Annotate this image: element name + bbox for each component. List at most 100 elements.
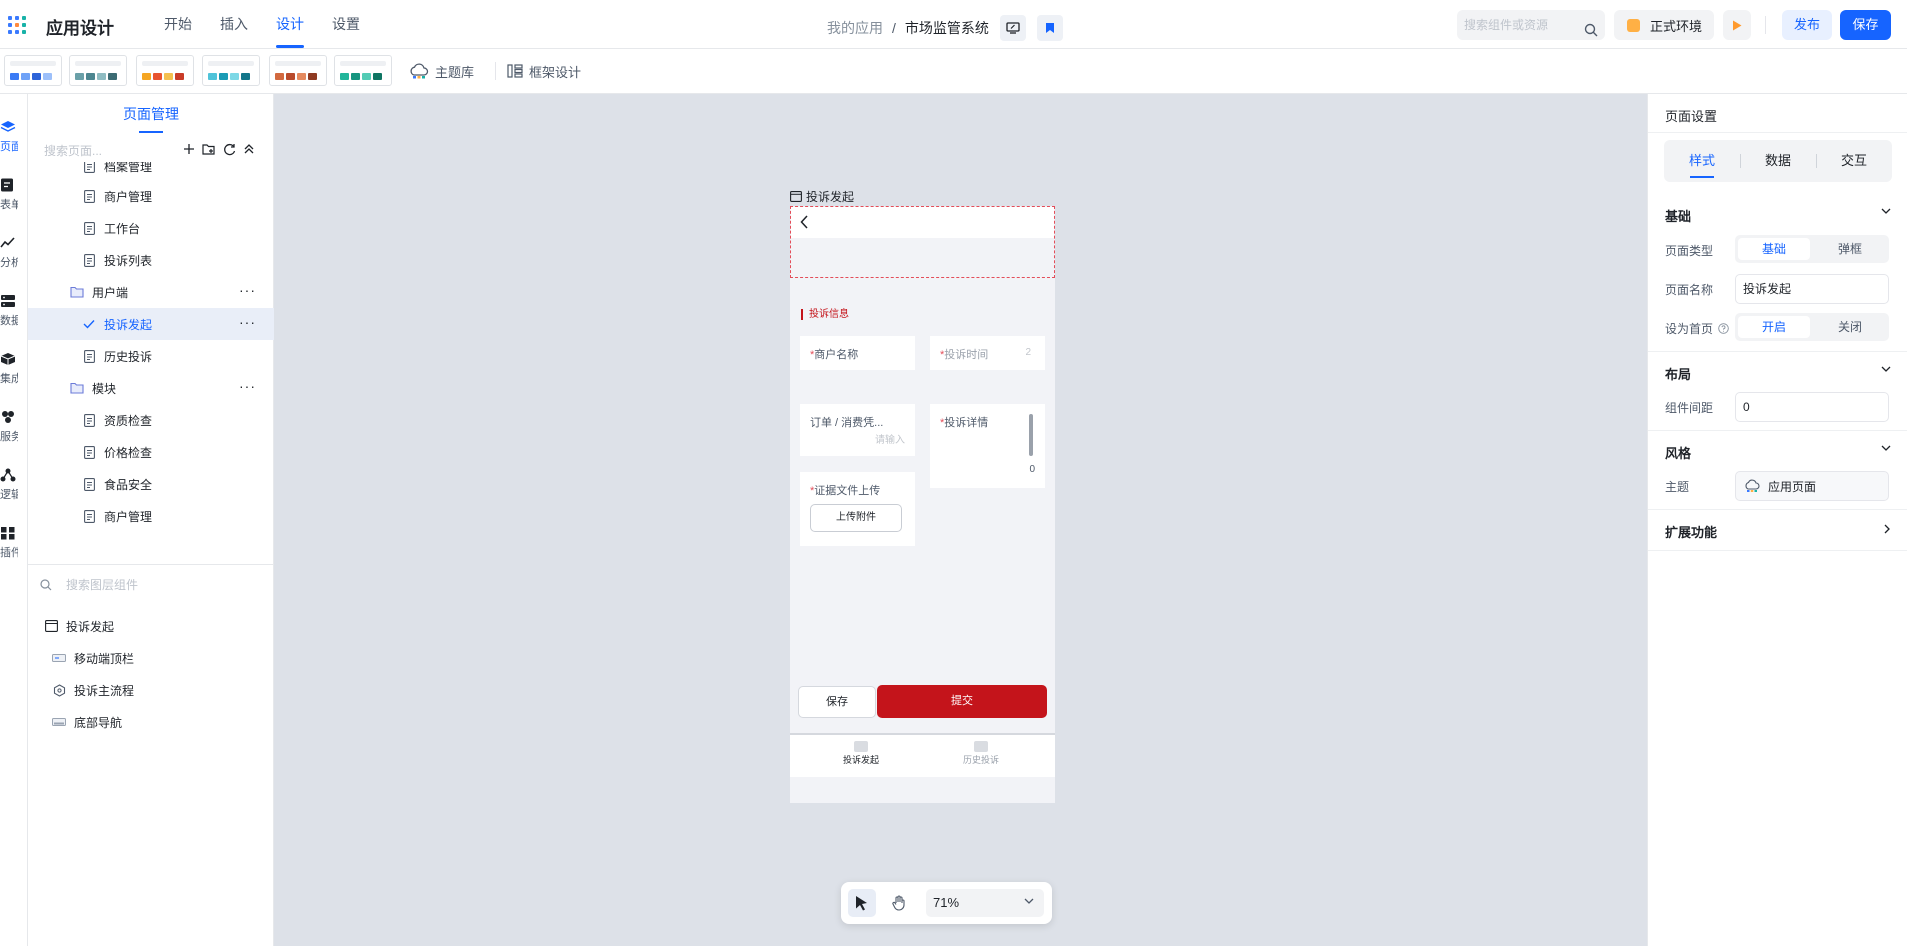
add-page-button[interactable] [182,142,196,156]
tree-item-folder[interactable]: 模块 ··· [28,372,274,404]
page-name-input[interactable] [1743,281,1873,296]
tree-item-page[interactable]: 投诉列表 [28,244,274,276]
mobile-submit-button[interactable]: 提交 [877,685,1047,718]
bottom-nav-item-complaint[interactable]: 投诉发起 [811,741,911,766]
tab-interaction[interactable]: 交互 [1816,140,1892,182]
refresh-button[interactable] [222,142,236,156]
tree-item-page[interactable]: 价格检查 [28,436,274,468]
rail-item-pages[interactable]: 页面 [0,116,28,160]
rail-item-plugins[interactable]: 插件 [0,522,28,566]
layer-search-input[interactable] [66,578,246,592]
app-info-button[interactable] [999,15,1026,41]
layout-group-title: 布局 [1665,367,1692,382]
tab-design[interactable]: 设计 [262,0,318,49]
tree-item-page[interactable]: 工作台 [28,212,274,244]
theme-swatch-6[interactable] [334,55,392,86]
tree-item-page[interactable]: 食品安全 [28,468,274,500]
tree-item-page[interactable]: 历史投诉 [28,340,274,372]
order-voucher-placeholder: 请输入 [875,435,905,446]
theme-swatch-5[interactable] [269,55,327,86]
layer-item-label: 投诉主流程 [74,683,135,698]
zoom-selector[interactable]: 71% [926,889,1044,917]
page-actions [182,142,256,156]
environment-selector[interactable]: 正式环境 [1614,10,1714,40]
page-type-option-dialog[interactable]: 弹框 [1814,238,1886,260]
bottom-nav-item-history[interactable]: 历史投诉 [931,741,1031,766]
more-options-icon[interactable]: ··· [239,315,256,329]
theme-selector[interactable]: 应用页面 [1735,471,1889,501]
set-home-option-off[interactable]: 关闭 [1814,316,1886,338]
tab-style[interactable]: 样式 [1664,140,1740,182]
complaint-time-field[interactable]: *投诉时间 2 [930,336,1045,370]
page-doc-icon [82,477,96,491]
layer-item[interactable]: 移动端顶栏 [28,642,274,674]
tree-item-page-selected[interactable]: 投诉发起 ··· [28,308,274,340]
tree-item-folder[interactable]: 用户端 ··· [28,276,274,308]
rail-item-analysis[interactable]: 分析 [0,232,28,276]
help-circle-icon[interactable] [1718,323,1729,334]
theme-swatch-3[interactable] [136,55,194,86]
more-options-icon[interactable]: ··· [239,379,256,393]
theme-library-button[interactable]: 主题库 [409,59,474,83]
collapse-all-button[interactable] [242,142,256,156]
theme-swatch-4[interactable] [202,55,260,86]
page-search-input[interactable] [44,144,184,158]
order-voucher-field[interactable]: 订单 / 消费凭... 请输入 [800,404,915,456]
page-type-option-basic[interactable]: 基础 [1738,238,1810,260]
rail-item-logic[interactable]: 逻辑 [0,464,28,508]
mobile-save-button[interactable]: 保存 [798,686,876,718]
add-folder-button[interactable] [202,142,216,156]
mobile-top-bar[interactable] [790,206,1055,278]
tree-item-page[interactable]: 商户管理 [28,180,274,212]
section-title: 投诉信息 [801,309,849,320]
layer-item[interactable]: 投诉主流程 [28,674,274,706]
basic-group-header[interactable]: 基础 [1665,206,1891,225]
back-chevron-icon[interactable] [800,215,809,229]
theme-swatch-1[interactable] [4,55,62,86]
preview-run-button[interactable] [1723,10,1751,40]
layout-group-header[interactable]: 布局 [1665,364,1891,383]
tree-item-label: 用户端 [92,285,129,300]
extensions-group-title: 扩展功能 [1665,525,1718,540]
mobile-page-frame[interactable]: 投诉信息 *商户名称 *投诉时间 2 订单 / 消费凭... 请输入 *投诉详情… [790,206,1055,803]
theme-toolbar: 主题库 框架设计 [0,49,1907,94]
tab-data[interactable]: 数据 [1740,140,1816,182]
frame-design-button[interactable]: 框架设计 [507,59,581,83]
tab-page-management[interactable]: 页面管理 [28,94,274,134]
textarea-scrollbar[interactable] [1029,414,1033,456]
rail-item-forms[interactable]: 表单 [0,174,28,218]
merchant-name-field[interactable]: *商户名称 [800,336,915,370]
layer-item[interactable]: 投诉发起 [28,610,274,642]
more-options-icon[interactable]: ··· [239,283,256,297]
select-tool-button[interactable] [848,889,876,917]
theme-swatch-2[interactable] [69,55,127,86]
complaint-detail-counter: 0 [1029,464,1035,475]
tree-item-page[interactable]: 档案管理 [28,162,274,182]
evidence-upload-field[interactable]: *证据文件上传 上传附件 [800,472,915,546]
layer-search [40,574,260,596]
save-button[interactable]: 保存 [1840,10,1891,40]
complaint-detail-field[interactable]: *投诉详情 0 [930,404,1045,488]
upload-attachment-button[interactable]: 上传附件 [810,504,902,532]
app-grid-icon[interactable] [8,16,26,34]
rail-item-services[interactable]: 服务 [0,406,28,450]
extensions-group-header[interactable]: 扩展功能 [1665,522,1891,541]
set-home-option-on[interactable]: 开启 [1738,316,1810,338]
breadcrumb-root[interactable]: 我的应用 [827,18,883,38]
component-gap-input[interactable] [1743,400,1873,414]
tab-settings[interactable]: 设置 [318,0,374,49]
bookmark-button[interactable] [1036,15,1063,41]
rail-item-data[interactable]: 数据 [0,290,28,334]
tree-item-label: 食品安全 [104,477,153,492]
rail-item-integration[interactable]: 集成 [0,348,28,392]
tree-item-page[interactable]: 资质检查 [28,404,274,436]
style-group-header[interactable]: 风格 [1665,443,1891,462]
tab-insert[interactable]: 插入 [206,0,262,49]
publish-button[interactable]: 发布 [1782,10,1832,40]
tree-item-page[interactable]: 商户管理 [28,500,274,532]
layer-item[interactable]: 底部导航 [28,706,274,738]
tab-start[interactable]: 开始 [150,0,206,49]
search-icon[interactable] [1584,18,1598,48]
pan-tool-button[interactable] [885,889,913,917]
global-search-input[interactable] [1464,18,1582,32]
